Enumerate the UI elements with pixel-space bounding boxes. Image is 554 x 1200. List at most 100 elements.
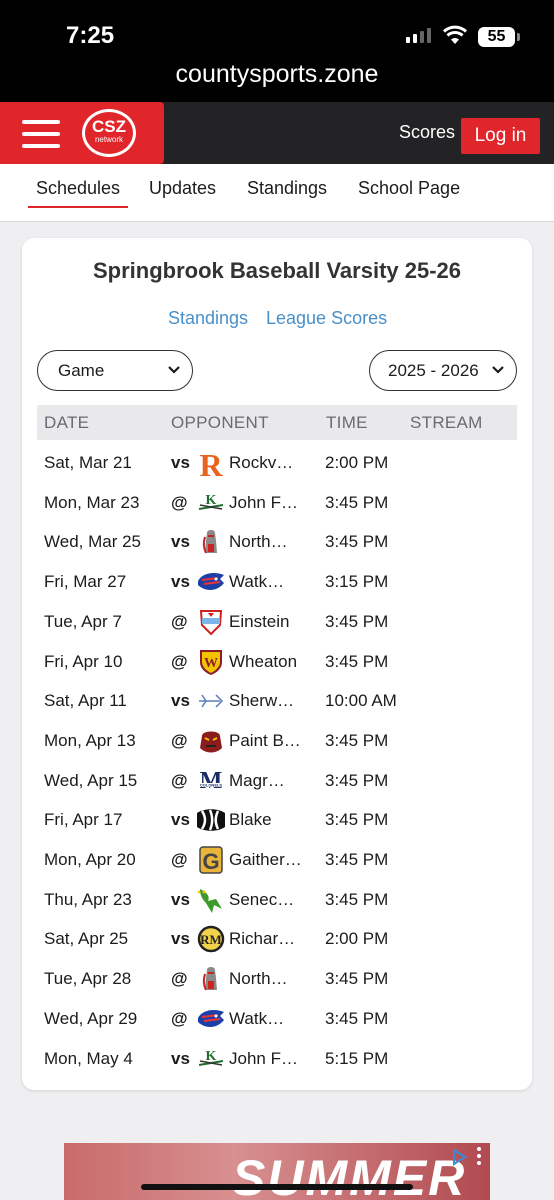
game-date: Fri, Apr 10	[44, 651, 123, 671]
csz-logo[interactable]: CSZ network	[82, 109, 136, 157]
home-away-indicator: vs	[171, 889, 190, 909]
standings-link[interactable]: Standings	[168, 308, 248, 329]
game-time: 3:15 PM	[325, 572, 389, 592]
tab-school-page[interactable]: School Page	[358, 178, 460, 199]
game-filter-select[interactable]: Game	[37, 350, 193, 391]
game-filter-value: Game	[58, 361, 105, 380]
opponent-name[interactable]: John F…	[229, 493, 315, 513]
table-row[interactable]: Mon, Apr 13 @ Paint B… 3:45 PM	[22, 723, 532, 763]
battery-tip	[517, 33, 520, 41]
opponent-name[interactable]: Sherw…	[229, 691, 315, 711]
opponent-name[interactable]: Watk…	[229, 1009, 315, 1029]
opponent-name[interactable]: Magr…	[229, 771, 315, 791]
season-value: 2025 - 2026	[388, 361, 479, 380]
game-date: Wed, Apr 29	[44, 1008, 138, 1028]
home-away-indicator: @	[171, 492, 188, 512]
home-away-indicator: vs	[171, 1048, 190, 1068]
opponent-name[interactable]: Senec…	[229, 890, 315, 910]
game-time: 10:00 AM	[325, 691, 397, 711]
rockville-r-logo-icon: R	[199, 448, 223, 478]
opponent-name[interactable]: John F…	[229, 1049, 315, 1069]
season-select[interactable]: 2025 - 2026	[369, 350, 517, 391]
panther-logo-icon	[200, 731, 222, 753]
wolverine-logo-icon	[198, 573, 224, 591]
table-row[interactable]: Mon, May 4 vs K John F… 5:15 PM	[22, 1041, 532, 1081]
battery-icon: 55	[478, 27, 515, 47]
table-row[interactable]: Sat, Apr 11 vs Sherw… 10:00 AM	[22, 683, 532, 723]
logo-text: CSZ	[92, 117, 126, 136]
table-row[interactable]: Tue, Apr 7 @ Einstein 3:45 PM	[22, 604, 532, 644]
chevron-down-icon	[168, 366, 180, 374]
table-row[interactable]: Fri, Mar 27 vs Watk… 3:15 PM	[22, 564, 532, 604]
table-row[interactable]: Sat, Mar 21 vs R Rockv… 2:00 PM	[22, 445, 532, 485]
opponent-name[interactable]: Blake	[229, 810, 315, 830]
col-time: TIME	[326, 413, 368, 432]
tab-updates[interactable]: Updates	[149, 178, 216, 199]
game-time: 3:45 PM	[325, 651, 389, 671]
ad-banner[interactable]: SUMMER	[64, 1143, 490, 1200]
table-row[interactable]: Mon, Mar 23 @ K John F… 3:45 PM	[22, 485, 532, 525]
opponent-name[interactable]: Rockv…	[229, 453, 315, 473]
chevron-down-icon	[492, 366, 504, 374]
url-bar[interactable]: countysports.zone	[0, 60, 554, 89]
game-time: 3:45 PM	[325, 969, 389, 989]
tab-bar: Schedules Updates Standings School Page	[0, 164, 554, 222]
opponent-name[interactable]: North…	[229, 532, 315, 552]
screaming-eagle-logo-icon	[197, 888, 222, 913]
svg-text:RM: RM	[200, 932, 222, 947]
home-away-indicator: vs	[171, 453, 190, 472]
game-date: Fri, Apr 17	[44, 810, 123, 830]
titans-shield-logo-icon	[199, 609, 223, 636]
tab-standings[interactable]: Standings	[247, 178, 327, 199]
arrow-logo-icon	[199, 694, 224, 708]
status-bar: 7:25 55 countysports.zone	[0, 0, 554, 102]
table-row[interactable]: Fri, Apr 10 @ W Wheaton 3:45 PM	[22, 644, 532, 684]
wheaton-w-logo-icon: W	[200, 649, 222, 675]
hamburger-menu-icon[interactable]	[22, 120, 60, 148]
home-away-indicator: @	[171, 611, 188, 631]
opponent-name[interactable]: Einstein	[229, 612, 315, 632]
opponent-name[interactable]: Watk…	[229, 572, 315, 592]
scores-link[interactable]: Scores	[399, 122, 455, 143]
col-date: DATE	[44, 413, 90, 432]
gaithersburg-g-logo-icon: G	[199, 846, 223, 874]
opponent-name[interactable]: Paint B…	[229, 731, 315, 751]
table-row[interactable]: Fri, Apr 17 vs Blake 3:45 PM	[22, 802, 532, 842]
game-time: 3:45 PM	[325, 611, 389, 631]
game-time: 5:15 PM	[325, 1048, 389, 1068]
table-row[interactable]: Tue, Apr 28 @ North… 3:45 PM	[22, 961, 532, 1001]
home-away-indicator: @	[171, 770, 188, 790]
opponent-name[interactable]: Wheaton	[229, 652, 315, 672]
game-date: Sat, Mar 21	[44, 453, 132, 472]
game-time: 3:45 PM	[325, 532, 389, 552]
svg-text:M: M	[200, 768, 223, 794]
ad-choices-icon[interactable]	[450, 1148, 468, 1166]
table-row[interactable]: Thu, Apr 23 vs Senec… 3:45 PM	[22, 882, 532, 922]
table-row[interactable]: Wed, Mar 25 vs North… 3:45 PM	[22, 524, 532, 564]
login-button[interactable]: Log in	[461, 118, 540, 154]
brand-block: CSZ network	[0, 102, 164, 164]
game-date: Sat, Apr 25	[44, 929, 129, 949]
svg-text:G: G	[202, 849, 219, 874]
tab-schedules[interactable]: Schedules	[36, 178, 120, 199]
opponent-name[interactable]: North…	[229, 969, 315, 989]
home-away-indicator: vs	[171, 810, 190, 830]
league-scores-link[interactable]: League Scores	[266, 308, 387, 329]
more-options-icon[interactable]	[476, 1146, 482, 1166]
game-date: Mon, Apr 13	[44, 730, 136, 750]
table-row[interactable]: Mon, Apr 20 @ G Gaither… 3:45 PM	[22, 842, 532, 882]
opponent-name[interactable]: Richar…	[229, 929, 315, 949]
col-opponent: OPPONENT	[171, 413, 269, 432]
game-date: Mon, Mar 23	[44, 492, 140, 512]
svg-text:COLONELS: COLONELS	[200, 782, 223, 787]
table-row[interactable]: Wed, Apr 29 @ Watk… 3:45 PM	[22, 1001, 532, 1041]
table-header: DATE OPPONENT TIME STREAM	[37, 405, 517, 440]
table-row[interactable]: Wed, Apr 15 @ M COLONELS Magr… 3:45 PM	[22, 763, 532, 803]
opponent-name[interactable]: Gaither…	[229, 850, 315, 870]
game-date: Tue, Apr 7	[44, 611, 122, 631]
status-time: 7:25	[66, 22, 115, 49]
home-away-indicator: @	[171, 730, 188, 750]
table-row[interactable]: Sat, Apr 25 vs RM Richar… 2:00 PM	[22, 921, 532, 961]
game-time: 3:45 PM	[325, 730, 389, 750]
svg-text:R: R	[199, 448, 223, 478]
